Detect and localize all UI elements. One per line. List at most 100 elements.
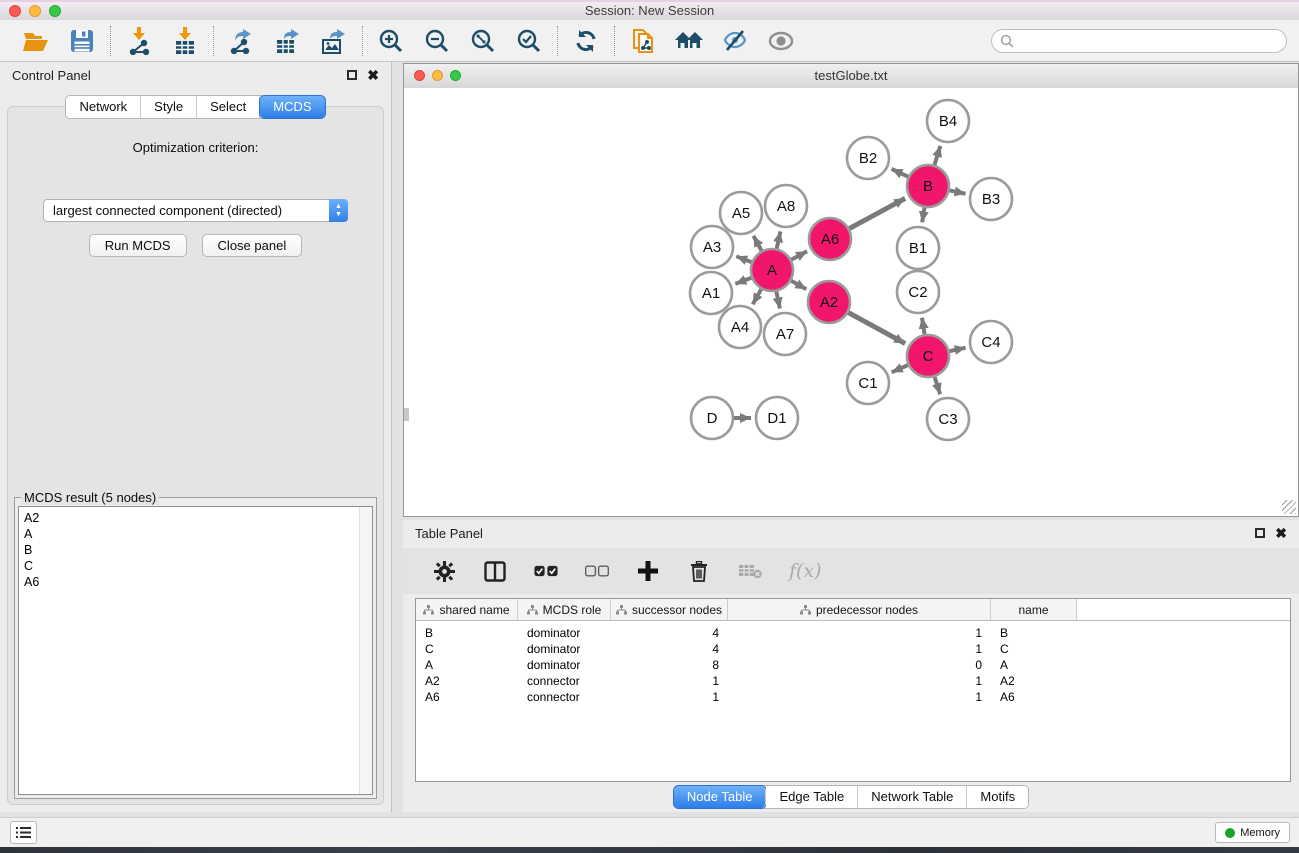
graph-node-B4[interactable]: B4 <box>927 100 969 142</box>
column-header-predecessor-nodes[interactable]: predecessor nodes <box>728 599 991 620</box>
tab-style[interactable]: Style <box>141 96 197 118</box>
table-cell[interactable]: A2 <box>991 673 1077 689</box>
close-network-icon[interactable] <box>414 70 425 81</box>
graph-node-A8[interactable]: A8 <box>765 185 807 227</box>
import-table-icon[interactable] <box>170 26 200 56</box>
table-cell[interactable]: A6 <box>991 689 1077 705</box>
graph-node-A6[interactable]: A6 <box>809 218 851 260</box>
close-panel-button[interactable]: Close panel <box>202 234 303 257</box>
graph-node-C3[interactable]: C3 <box>927 398 969 440</box>
result-item[interactable]: B <box>24 542 372 558</box>
float-table-panel-icon[interactable] <box>1255 528 1265 538</box>
graph-node-D[interactable]: D <box>691 397 733 439</box>
tab-select[interactable]: Select <box>197 96 260 118</box>
zoom-network-icon[interactable] <box>450 70 461 81</box>
table-cell[interactable]: A6 <box>416 689 518 705</box>
table-cell[interactable]: B <box>991 625 1077 641</box>
zoom-out-icon[interactable] <box>422 26 452 56</box>
window-resize-grip[interactable] <box>1282 500 1296 514</box>
export-table-icon[interactable] <box>273 26 303 56</box>
tab-network[interactable]: Network <box>66 96 141 118</box>
export-image-icon[interactable] <box>319 26 349 56</box>
zoom-in-icon[interactable] <box>376 26 406 56</box>
table-cell[interactable]: connector <box>518 673 611 689</box>
table-cell[interactable]: dominator <box>518 641 611 657</box>
column-header-shared-name[interactable]: shared name <box>416 599 518 620</box>
table-tab-node-table[interactable]: Node Table <box>674 786 767 808</box>
home-layout-icon[interactable] <box>674 26 704 56</box>
table-tab-edge-table[interactable]: Edge Table <box>766 786 858 808</box>
table-row[interactable]: A6connector11A6 <box>416 689 1290 705</box>
graph-node-A7[interactable]: A7 <box>764 313 806 355</box>
graph-node-B[interactable]: B <box>907 165 949 207</box>
hide-visibility-icon[interactable] <box>720 26 750 56</box>
graph-node-C1[interactable]: C1 <box>847 362 889 404</box>
zoom-selected-icon[interactable] <box>514 26 544 56</box>
graph-node-B2[interactable]: B2 <box>847 137 889 179</box>
open-session-icon[interactable] <box>21 26 51 56</box>
graph-node-A1[interactable]: A1 <box>690 272 732 314</box>
network-window-titlebar[interactable]: testGlobe.txt <box>404 64 1298 89</box>
import-network-icon[interactable] <box>124 26 154 56</box>
table-cell[interactable]: connector <box>518 689 611 705</box>
table-cell[interactable]: 4 <box>611 625 728 641</box>
window-controls[interactable] <box>9 5 61 17</box>
float-panel-icon[interactable] <box>347 70 357 80</box>
graph-node-C4[interactable]: C4 <box>970 321 1012 363</box>
result-item[interactable]: C <box>24 558 372 574</box>
criterion-select[interactable]: largest connected component (directed) ▲… <box>43 199 348 222</box>
close-window-icon[interactable] <box>9 5 21 17</box>
table-cell[interactable]: A <box>416 657 518 673</box>
show-columns-icon[interactable] <box>483 559 507 583</box>
table-tab-motifs[interactable]: Motifs <box>967 786 1028 808</box>
column-header-successor-nodes[interactable]: successor nodes <box>611 599 728 620</box>
search-field[interactable] <box>991 29 1287 53</box>
graph-node-A[interactable]: A <box>751 249 793 291</box>
save-session-icon[interactable] <box>67 26 97 56</box>
table-cell[interactable]: 8 <box>611 657 728 673</box>
table-cell[interactable]: 1 <box>728 625 991 641</box>
select-all-rows-icon[interactable] <box>534 559 558 583</box>
graph-node-A4[interactable]: A4 <box>719 306 761 348</box>
table-cell[interactable]: 1 <box>611 673 728 689</box>
table-cell[interactable]: dominator <box>518 625 611 641</box>
minimize-network-icon[interactable] <box>432 70 443 81</box>
memory-button[interactable]: Memory <box>1215 822 1290 843</box>
delete-column-trash-icon[interactable] <box>687 559 711 583</box>
table-cell[interactable]: C <box>991 641 1077 657</box>
table-row[interactable]: Adominator80A <box>416 657 1290 673</box>
column-header-name[interactable]: name <box>991 599 1077 620</box>
result-item[interactable]: A2 <box>24 510 372 526</box>
table-settings-gear-icon[interactable] <box>432 559 456 583</box>
graph-node-A2[interactable]: A2 <box>808 281 850 323</box>
column-header-MCDS-role[interactable]: MCDS role <box>518 599 611 620</box>
table-tab-network-table[interactable]: Network Table <box>858 786 967 808</box>
graph-node-C[interactable]: C <box>907 335 949 377</box>
table-cell[interactable]: dominator <box>518 657 611 673</box>
result-item[interactable]: A <box>24 526 372 542</box>
mcds-result-list[interactable]: A2ABCA6 <box>18 506 373 795</box>
result-item[interactable]: A6 <box>24 574 372 590</box>
table-row[interactable]: Cdominator41C <box>416 641 1290 657</box>
table-cell[interactable]: A2 <box>416 673 518 689</box>
tab-mcds[interactable]: MCDS <box>260 96 324 118</box>
zoom-fit-icon[interactable] <box>468 26 498 56</box>
refresh-icon[interactable] <box>571 26 601 56</box>
network-canvas[interactable]: B4B2BB3A8A5A6A3B1AA1C2A2A4A7C4CC1C3DD1 <box>404 88 1298 516</box>
zoom-window-icon[interactable] <box>49 5 61 17</box>
close-panel-icon[interactable]: ✖ <box>367 70 379 80</box>
close-table-panel-icon[interactable]: ✖ <box>1275 528 1287 538</box>
graph-node-D1[interactable]: D1 <box>756 397 798 439</box>
export-network-icon[interactable] <box>227 26 257 56</box>
network-window-controls[interactable] <box>414 70 461 81</box>
table-row[interactable]: Bdominator41B <box>416 625 1290 641</box>
show-eye-icon[interactable] <box>766 26 796 56</box>
graph-node-A3[interactable]: A3 <box>691 226 733 268</box>
graph-node-A5[interactable]: A5 <box>720 192 762 234</box>
table-cell[interactable]: 1 <box>728 673 991 689</box>
table-cell[interactable]: A <box>991 657 1077 673</box>
graph-node-B1[interactable]: B1 <box>897 227 939 269</box>
task-history-button[interactable] <box>10 821 37 844</box>
table-row[interactable]: A2connector11A2 <box>416 673 1290 689</box>
deselect-all-rows-icon[interactable] <box>585 559 609 583</box>
